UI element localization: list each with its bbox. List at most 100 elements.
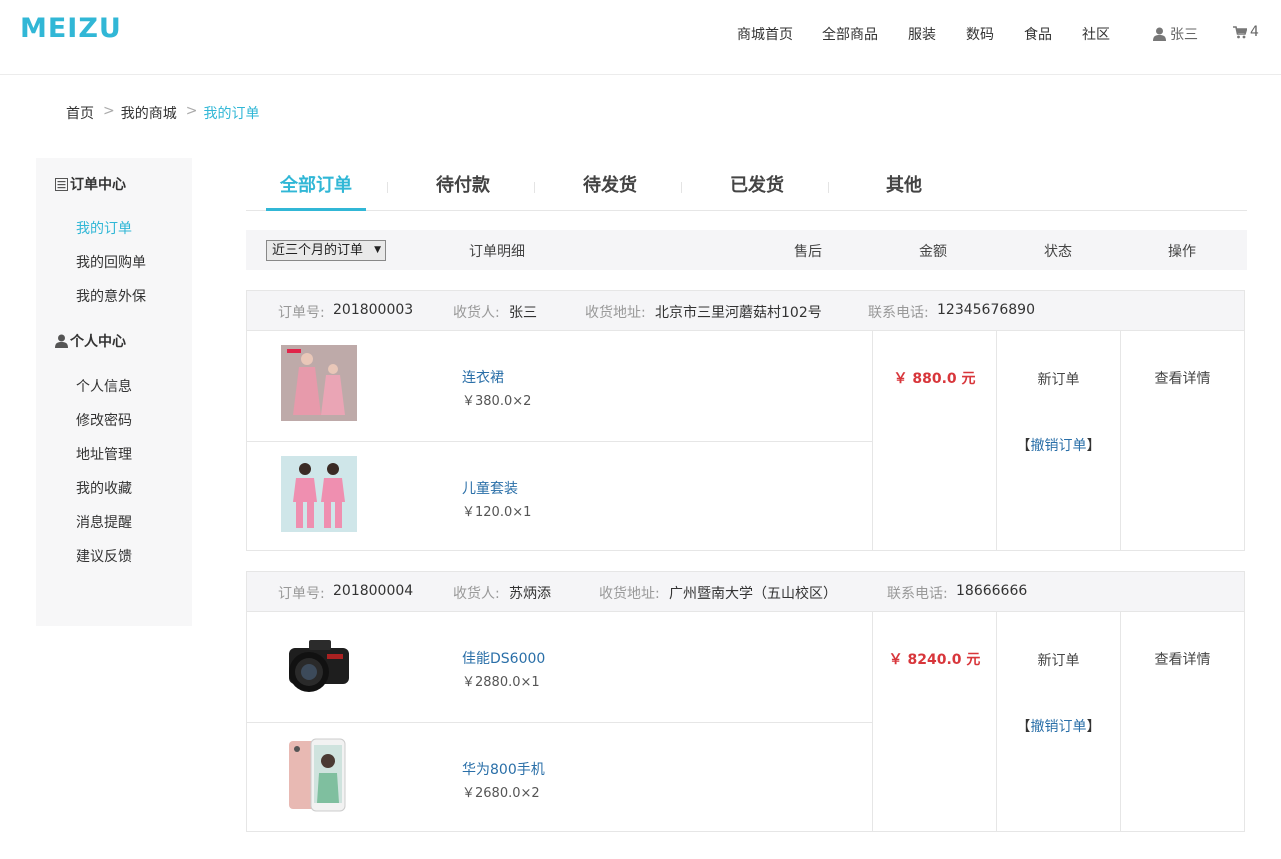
tab-pending-shipment[interactable]: 待发货 (583, 171, 637, 197)
item-name[interactable]: 连衣裙 (462, 367, 504, 387)
nav-food[interactable]: 食品 (1024, 24, 1052, 44)
tab-divider (681, 182, 682, 193)
order-item: 儿童套装 ￥120.0×1 (247, 441, 872, 551)
camera-photo[interactable] (281, 626, 357, 702)
order-tabs: 全部订单 待付款 待发货 已发货 其他 (246, 160, 1247, 211)
action-cell: 查看详情 (1120, 612, 1244, 831)
dress-photo[interactable] (281, 345, 357, 421)
order-items: 佳能DS6000 ￥2880.0×1 华为800手机 ￥2680.0×2 ￥ 8… (247, 612, 1244, 831)
sidebar-item-repurchase[interactable]: 我的回购单 (76, 252, 146, 272)
sidebar-item-profile[interactable]: 个人信息 (76, 376, 132, 396)
view-details-link[interactable]: 查看详情 (1121, 368, 1244, 388)
site-header: MEIZU 商城首页 全部商品 服装 数码 食品 社区 张三 4 (0, 0, 1281, 75)
phone-label: 联系电话: (868, 305, 929, 321)
sidebar-item-address[interactable]: 地址管理 (76, 444, 132, 464)
order-status: 新订单 (1037, 653, 1080, 669)
date-range-select[interactable]: 近三个月的订单 ▼ (266, 240, 386, 261)
tab-divider (387, 182, 388, 193)
breadcrumb-current[interactable]: 我的订单 (203, 103, 259, 123)
user-name: 张三 (1170, 27, 1198, 43)
meizu-logo[interactable]: MEIZU (20, 14, 138, 40)
order-items: 连衣裙 ￥380.0×2 儿童套装 ￥120.0×1 ￥ 880.0 元 新订单 (247, 331, 1244, 550)
sidebar-personal-center-heading: 个人中心 (55, 331, 126, 351)
nav-clothing[interactable]: 服装 (908, 24, 936, 44)
sidebar-item-feedback[interactable]: 建议反馈 (76, 546, 132, 566)
sidebar-item-messages[interactable]: 消息提醒 (76, 512, 132, 532)
item-price: ￥2680.0×2 (462, 786, 540, 801)
tab-pending-payment[interactable]: 待付款 (436, 171, 490, 197)
item-price: ￥380.0×2 (462, 394, 532, 409)
tab-shipped[interactable]: 已发货 (730, 171, 784, 197)
status-cell: 新订单 【撤销订单】 (996, 331, 1120, 550)
nav-all-products[interactable]: 全部商品 (822, 24, 878, 44)
status-cell: 新订单 【撤销订单】 (996, 612, 1120, 831)
order-card: 订单号: 201800003 收货人: 张三 收货地址: 北京市三里河蘑菇村10… (246, 290, 1245, 551)
tab-divider (828, 182, 829, 193)
order-status: 新订单 (1037, 372, 1080, 388)
address-label: 收货地址: (599, 586, 660, 602)
address-value: 广州暨南大学（五山校区） (669, 586, 837, 602)
receiver-label: 收货人: (453, 305, 500, 321)
order-card: 订单号: 201800004 收货人: 苏炳添 收货地址: 广州暨南大学（五山校… (246, 571, 1245, 832)
receiver-value: 张三 (509, 305, 537, 321)
order-no-value: 201800004 (333, 583, 414, 599)
address-label: 收货地址: (585, 305, 646, 321)
order-no-label: 订单号: (278, 305, 325, 321)
phone-photo[interactable] (281, 737, 357, 813)
order-no-label: 订单号: (278, 586, 325, 602)
order-item: 连衣裙 ￥380.0×2 (247, 331, 872, 441)
item-price: ￥120.0×1 (462, 505, 532, 520)
breadcrumb: 首页 > 我的商城 > 我的订单 (66, 103, 259, 123)
breadcrumb-home[interactable]: 首页 (66, 103, 94, 123)
sidebar-order-center-heading: 订单中心 (55, 174, 126, 194)
breadcrumb-mall[interactable]: 我的商城 (121, 103, 177, 123)
header-status: 状态 (1044, 244, 1072, 260)
receiver-label: 收货人: (453, 586, 500, 602)
tab-other[interactable]: 其他 (886, 171, 922, 197)
sidebar-item-my-orders[interactable]: 我的订单 (76, 218, 132, 238)
order-amount: ￥ 880.0 元 (893, 371, 976, 387)
dropdown-arrow-icon: ▼ (374, 245, 381, 255)
header-amount: 金额 (919, 244, 947, 260)
tab-all-orders[interactable]: 全部订单 (280, 171, 352, 197)
order-header: 订单号: 201800004 收货人: 苏炳添 收货地址: 广州暨南大学（五山校… (247, 572, 1244, 612)
breadcrumb-separator: > (185, 103, 198, 119)
cancel-order-link[interactable]: 【撤销订单】 (997, 435, 1120, 455)
svg-text:MEIZU: MEIZU (20, 14, 122, 40)
cart-link[interactable]: 4 (1233, 24, 1259, 40)
header-after-sale: 售后 (794, 244, 822, 260)
nav-home[interactable]: 商城首页 (737, 24, 793, 44)
breadcrumb-separator: > (103, 103, 115, 119)
nav-digital[interactable]: 数码 (966, 24, 994, 44)
tab-divider (534, 182, 535, 193)
order-amount: ￥ 8240.0 元 (888, 652, 981, 668)
address-value: 北京市三里河蘑菇村102号 (655, 305, 822, 321)
sidebar: 订单中心 我的订单 我的回购单 我的意外保 个人中心 个人信息 修改密码 地址管… (36, 158, 192, 626)
item-name[interactable]: 华为800手机 (462, 759, 545, 779)
sidebar-item-password[interactable]: 修改密码 (76, 410, 132, 430)
nav-community[interactable]: 社区 (1082, 24, 1110, 44)
header-action: 操作 (1168, 244, 1196, 260)
sidebar-personal-center-label: 个人中心 (70, 334, 126, 350)
amount-cell: ￥ 880.0 元 (872, 331, 996, 550)
phone-value: 18666666 (956, 583, 1028, 599)
date-range-value: 近三个月的订单 (272, 243, 364, 258)
tab-active-indicator (266, 208, 366, 211)
kids-suit-photo[interactable] (281, 456, 357, 532)
item-price: ￥2880.0×1 (462, 675, 540, 690)
amount-cell: ￥ 8240.0 元 (872, 612, 996, 831)
cart-icon (1233, 25, 1247, 38)
item-name[interactable]: 儿童套装 (462, 478, 518, 498)
list-icon (55, 177, 68, 191)
orders-table-header: 近三个月的订单 ▼ 订单明细 售后 金额 状态 操作 (246, 230, 1247, 270)
receiver-value: 苏炳添 (509, 586, 551, 602)
sidebar-item-favorites[interactable]: 我的收藏 (76, 478, 132, 498)
cancel-order-link[interactable]: 【撤销订单】 (997, 716, 1120, 736)
phone-label: 联系电话: (887, 586, 948, 602)
action-cell: 查看详情 (1120, 331, 1244, 550)
sidebar-item-insurance[interactable]: 我的意外保 (76, 286, 146, 306)
item-name[interactable]: 佳能DS6000 (462, 648, 545, 668)
user-icon (55, 334, 68, 348)
user-menu[interactable]: 张三 (1153, 24, 1198, 44)
view-details-link[interactable]: 查看详情 (1121, 649, 1244, 669)
